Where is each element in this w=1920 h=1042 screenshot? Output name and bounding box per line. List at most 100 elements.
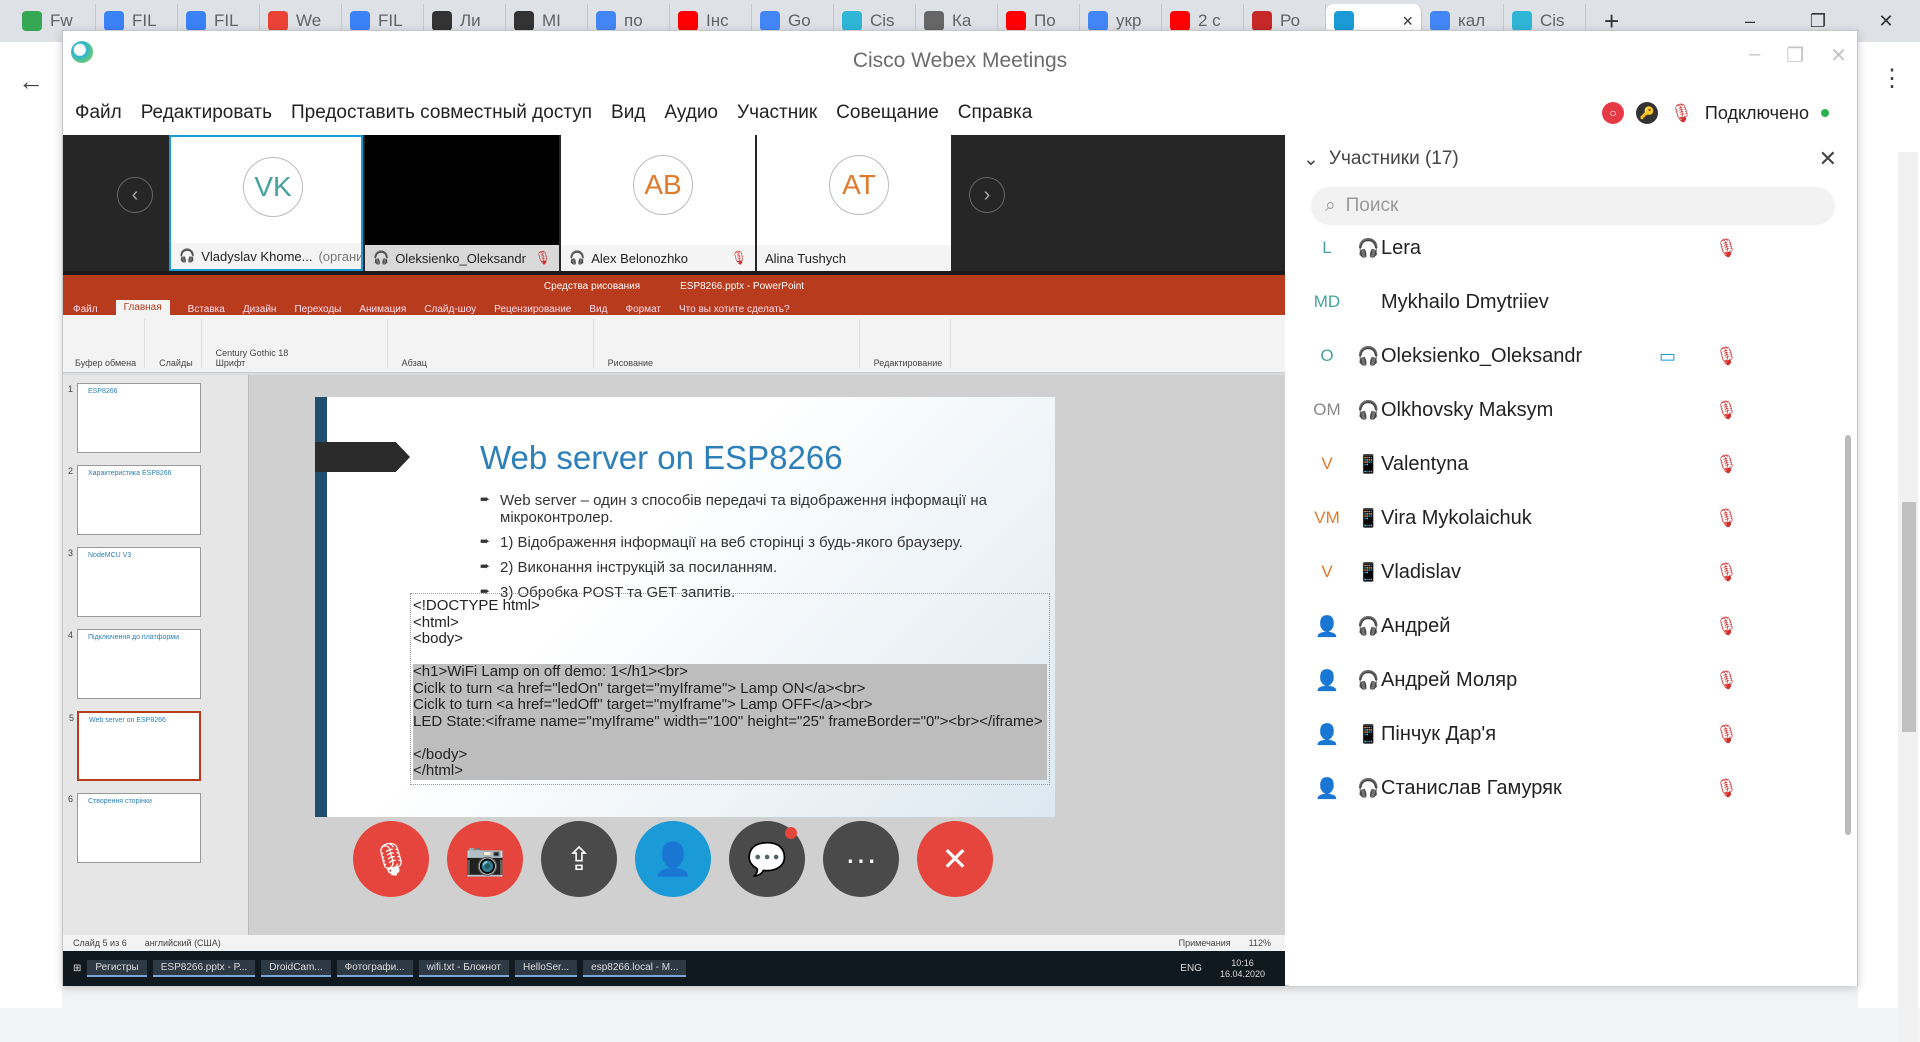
share-button[interactable]: ⇪ — [541, 821, 617, 897]
mic-muted-icon[interactable]: 🎙 — [1715, 724, 1738, 745]
mic-muted-icon[interactable]: 🎙 — [1715, 238, 1738, 259]
video-tile[interactable]: AB 🎧 Alex Belonozhko 🎙 — [561, 135, 755, 271]
menu-view[interactable]: Вид — [611, 102, 645, 124]
participant-row[interactable]: L 🎧 Lera 🎙 — [1289, 235, 1841, 275]
filmstrip-next-button[interactable]: › — [969, 177, 1005, 213]
webex-titlebar: Cisco Webex Meetings – ❐ ✕ — [63, 31, 1857, 91]
menu-help[interactable]: Справка — [958, 102, 1033, 124]
mic-muted-icon[interactable]: 🎙 — [1715, 454, 1738, 475]
window-title: Cisco Webex Meetings — [852, 49, 1068, 72]
ppt-statusbar: Слайд 5 из 6 английский (США) Примечания… — [63, 935, 1285, 951]
slide-arrow-shape — [315, 442, 410, 472]
participant-search[interactable]: ⌕ Поиск — [1311, 187, 1835, 225]
slide-thumbnail[interactable]: 4 Підключення до платформи — [68, 629, 201, 699]
avatar: VM — [1314, 508, 1340, 527]
back-arrow-icon[interactable]: ← — [18, 66, 44, 97]
ppt-context-label: Средства рисования — [543, 280, 641, 292]
headset-icon: 🎧 — [1357, 615, 1380, 636]
close-tab-icon[interactable]: × — [1402, 11, 1413, 32]
tab-label: Fw — [50, 11, 73, 30]
webex-maximize-button[interactable]: ❐ — [1786, 43, 1804, 68]
participant-name: Станислав Гамуряк — [1381, 776, 1562, 799]
tab-label: We — [296, 11, 322, 30]
mic-muted-icon[interactable]: 🎙 — [1715, 346, 1738, 367]
participant-name: Oleksienko_Oleksandr — [1381, 344, 1583, 367]
status-text: Подключено — [1704, 102, 1809, 123]
menu-meeting[interactable]: Совещание — [836, 102, 939, 124]
participant-name: Андрей — [1381, 614, 1451, 637]
ppt-tab: Рецензирование — [494, 304, 572, 315]
mic-muted-icon[interactable]: 🎙 — [1715, 778, 1738, 799]
menu-audio[interactable]: Аудио — [664, 102, 718, 124]
code-line: <h1>WiFi Lamp on off demo: 1</h1><br> — [413, 663, 1047, 681]
chevron-down-icon[interactable]: ⌄ — [1303, 148, 1319, 171]
menu-share[interactable]: Предоставить совместный доступ — [291, 102, 592, 124]
participant-name: Пінчук Дар'я — [1381, 722, 1497, 745]
page-scrollbar-thumb[interactable] — [1902, 502, 1916, 732]
menu-edit[interactable]: Редактировать — [141, 102, 272, 124]
recording-icon[interactable]: ○ — [1602, 102, 1625, 124]
tab-favicon-icon — [842, 11, 862, 31]
mute-button[interactable]: 🎙 — [353, 821, 429, 897]
video-tile[interactable]: VK 🎧 Vladyslav Khome... (организатор) — [169, 135, 363, 271]
menu-participant[interactable]: Участник — [737, 102, 817, 124]
menu-file[interactable]: Файл — [75, 102, 122, 124]
participant-row[interactable]: V 📱 Vladislav 🎙 — [1289, 545, 1841, 599]
ppt-tab: Файл — [73, 304, 98, 315]
avatar: L — [1322, 238, 1332, 257]
code-line: <html> — [413, 613, 459, 631]
mic-muted-icon[interactable]: 🎙 — [1670, 103, 1693, 124]
code-line: </html> — [413, 762, 1047, 780]
webex-minimize-button[interactable]: – — [1749, 43, 1760, 68]
participants-button[interactable]: 👤 — [635, 821, 711, 897]
participant-row[interactable]: V 📱 Valentyna 🎙 — [1289, 437, 1841, 491]
close-panel-button[interactable]: ✕ — [1819, 146, 1837, 172]
tab-favicon-icon — [1512, 11, 1532, 31]
slide-bullets: Web server – один з способів передачі та… — [480, 492, 1020, 609]
ppt-tab: Переходы — [294, 304, 342, 315]
close-window-button[interactable]: ✕ — [1852, 0, 1920, 42]
headset-icon: 🎧 — [373, 250, 390, 265]
tab-favicon-icon — [678, 11, 698, 31]
video-tile[interactable]: AT Alina Tushych — [757, 135, 951, 271]
slide-thumbnail[interactable]: 5 Web server on ESP8266 — [69, 711, 201, 781]
mic-muted-icon[interactable]: 🎙 — [1715, 562, 1738, 583]
leave-button[interactable]: ✕ — [917, 821, 993, 897]
leave-icon: ✕ — [941, 841, 969, 877]
mic-muted-icon[interactable]: 🎙 — [1715, 508, 1738, 529]
slide-thumbnail[interactable]: 3 NodeMCU V3 — [68, 547, 201, 617]
participant-row[interactable]: 👤 📱 Пінчук Дар'я 🎙 — [1289, 707, 1841, 761]
tab-label: Cis — [870, 11, 895, 30]
filmstrip-prev-button[interactable]: ‹ — [117, 177, 153, 213]
webex-close-button[interactable]: ✕ — [1830, 43, 1847, 68]
key-icon[interactable]: 🔑 — [1636, 102, 1659, 124]
tab-label: Go — [788, 11, 811, 30]
participant-row[interactable]: 👤 🎧 Андрей Моляр 🎙 — [1289, 653, 1841, 707]
mic-muted-icon[interactable]: 🎙 — [1715, 670, 1738, 691]
video-tile[interactable]: 🎧 Oleksienko_Oleksandr 🎙 — [365, 135, 559, 271]
browser-menu-icon[interactable]: ⋮ — [1880, 64, 1904, 93]
mic-muted-icon[interactable]: 🎙 — [1715, 400, 1738, 421]
participant-row[interactable]: 👤 🎧 Станислав Гамуряк 🎙 — [1289, 761, 1841, 815]
slide-thumbnail[interactable]: 2 Характеристика ESP8266 — [68, 465, 201, 535]
participant-row[interactable]: 👤 🎧 Андрей 🎙 — [1289, 599, 1841, 653]
participant-row[interactable]: VM 📱 Vira Mykolaichuk 🎙 — [1289, 491, 1841, 545]
more-button[interactable]: ··· — [823, 821, 899, 897]
slide-heading: Web server on ESP8266 — [480, 439, 843, 476]
participant-row[interactable]: OM 🎧 Olkhovsky Maksym 🎙 — [1289, 383, 1841, 437]
person-icon: 👤 — [1314, 777, 1340, 800]
tab-label: FIL — [378, 11, 403, 30]
participant-row[interactable]: O 🎧 Oleksienko_Oleksandr ▭ 🎙 — [1289, 329, 1841, 383]
mic-muted-icon[interactable]: 🎙 — [1715, 616, 1738, 637]
thumb-title: Web server on ESP8266 — [89, 717, 166, 724]
participant-row[interactable]: MD Mykhailo Dmytriiev — [1289, 275, 1841, 329]
thumb-number: 5 — [69, 713, 75, 723]
chat-button[interactable]: 💬 — [729, 821, 805, 897]
slide-thumbnail[interactable]: 6 Створення сторінки — [68, 793, 201, 863]
panel-scrollbar-thumb[interactable] — [1845, 435, 1851, 835]
thumb-title: NodeMCU V3 — [88, 552, 132, 559]
slide-thumbnail[interactable]: 1 ESP8266 — [68, 383, 201, 453]
video-button[interactable]: 📷 — [447, 821, 523, 897]
ppt-file-title: ESP8266.pptx - PowerPoint — [680, 280, 805, 292]
ppt-ribbon-tabs: Файл Главная Вставка Дизайн Переходы Ани… — [63, 297, 1285, 315]
